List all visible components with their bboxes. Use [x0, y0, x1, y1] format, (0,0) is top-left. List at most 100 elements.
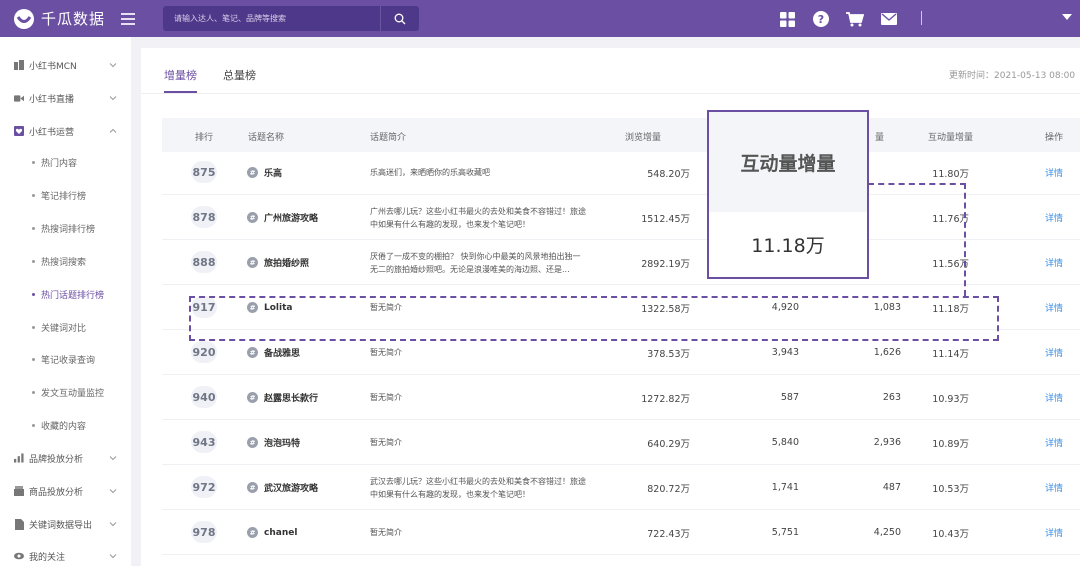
chevron-down-icon — [109, 456, 117, 461]
table-row: 978 # chanel 暂无简介 722.43万 5,751 4,250 10.43万 详情 — [162, 510, 1080, 555]
help-icon[interactable]: ? — [811, 9, 831, 29]
table-row: 878 # 广州旅游攻略 广州去哪儿玩？这些小红书最火的去处和美食不容错过！旅途中如果… — [162, 195, 1080, 240]
col-interact[interactable]: 互动量增量 — [928, 130, 973, 143]
building-icon — [14, 60, 24, 70]
chevron-down-icon — [109, 554, 117, 559]
col-partial[interactable]: 量 — [875, 130, 884, 143]
tab-total[interactable]: 总量榜 — [223, 67, 256, 83]
topic-desc-text: 广州去哪儿玩？这些小红书最火的去处和美食不容错过！旅途中如果有什么有趣的发现，也… — [370, 206, 586, 229]
interact-value: 11.80万 — [932, 168, 969, 180]
views-value: 820.72万 — [647, 483, 690, 495]
topic-name[interactable]: # 旅拍婚纱照 — [247, 240, 309, 285]
hashtag-icon: # — [247, 167, 258, 178]
topic-name[interactable]: # 广州旅游攻略 — [247, 195, 318, 240]
detail-link[interactable]: 详情 — [1045, 465, 1063, 510]
sidebar-gutter — [131, 37, 141, 566]
col2-value: 587 — [780, 392, 799, 403]
detail-link[interactable]: 详情 — [1045, 330, 1063, 375]
interact-value: 10.43万 — [932, 528, 969, 540]
sidebar-subitem[interactable]: 热门内容 — [0, 152, 131, 172]
sidebar-item-follow[interactable]: 我的关注 — [0, 546, 131, 566]
video-icon — [14, 93, 24, 103]
sidebar-subitem[interactable]: 发文互动量监控 — [0, 382, 131, 402]
search-box — [163, 6, 419, 31]
cart-icon[interactable] — [845, 9, 865, 29]
svg-text:?: ? — [818, 13, 824, 26]
hashtag-icon: # — [247, 257, 258, 268]
topic-label: 乐高 — [264, 169, 283, 179]
rank-badge: 878 — [191, 206, 217, 228]
views-value: 1512.45万 — [641, 213, 690, 225]
sidebar-subitem[interactable]: 关键词对比 — [0, 317, 131, 337]
col3-value: 263 — [882, 392, 901, 403]
detail-link[interactable]: 详情 — [1045, 285, 1063, 330]
topic-name[interactable]: # 乐高 — [247, 150, 282, 195]
topic-desc-text: 暂无简介 — [370, 393, 402, 402]
detail-link[interactable]: 详情 — [1045, 240, 1063, 285]
topic-name[interactable]: # chanel — [247, 510, 297, 555]
views-value: 722.43万 — [647, 528, 690, 540]
sidebar: 小红书MCN 小红书直播 小红书运营 热门内容 笔记排行榜 热搜词排行榜 热搜词… — [0, 37, 131, 566]
sidebar-item-brand[interactable]: 品牌投放分析 — [0, 448, 131, 468]
interact-value: 10.93万 — [932, 393, 969, 405]
rank-badge: 978 — [191, 521, 217, 543]
detail-link[interactable]: 详情 — [1045, 510, 1063, 555]
topic-desc-text: 厌倦了一成不变的棚拍？ 快到你心中最美的风景地拍出独一无二的旅拍婚纱照吧。无论是… — [370, 251, 581, 274]
sidebar-subitem-active[interactable]: 热门话题排行榜 — [0, 284, 131, 304]
search-button[interactable] — [380, 6, 418, 31]
views-value: 548.20万 — [647, 168, 690, 180]
chart-icon — [14, 453, 24, 463]
sidebar-item-label: 品牌投放分析 — [29, 454, 84, 465]
table-row: 888 # 旅拍婚纱照 厌倦了一成不变的棚拍？ 快到你心中最美的风景地拍出独一无二的旅… — [162, 240, 1080, 285]
topic-name[interactable]: # 赵露思长款行 — [247, 375, 318, 420]
callout-value: 11.18万 — [751, 235, 825, 257]
col2-value: 1,741 — [771, 482, 799, 493]
grid-icon[interactable] — [777, 9, 797, 29]
topic-name[interactable]: # 武汉旅游攻略 — [247, 465, 318, 510]
topic-name[interactable]: # 泡泡玛特 — [247, 420, 300, 465]
sidebar-item-operations[interactable]: 小红书运营 — [0, 121, 131, 141]
rank-badge: 888 — [191, 251, 217, 273]
hashtag-icon: # — [247, 437, 258, 448]
tab-bar: 增量榜 总量榜 更新时间：2021-05-13 08:00 — [141, 48, 1080, 94]
sidebar-subitem[interactable]: 热搜词排行榜 — [0, 218, 131, 238]
tab-active-indicator — [164, 91, 197, 93]
tab-increment[interactable]: 增量榜 — [164, 67, 197, 83]
detail-link[interactable]: 详情 — [1045, 420, 1063, 465]
highlight-connector — [964, 183, 966, 296]
sidebar-subitem[interactable]: 笔记收录查询 — [0, 349, 131, 369]
sidebar-item-label: 商品投放分析 — [29, 487, 84, 498]
col3-value: 487 — [882, 482, 901, 493]
detail-link[interactable]: 详情 — [1045, 150, 1063, 195]
sidebar-item-goods[interactable]: 商品投放分析 — [0, 481, 131, 501]
search-icon — [394, 13, 405, 24]
detail-link[interactable]: 详情 — [1045, 375, 1063, 420]
chevron-down-icon — [109, 63, 117, 68]
app-name: 千瓜数据 — [41, 10, 106, 28]
menu-toggle-icon[interactable] — [121, 12, 135, 25]
sidebar-item-label: 小红书MCN — [29, 61, 77, 72]
top-divider — [921, 11, 922, 25]
callout-title: 互动量增量 — [709, 112, 867, 212]
views-value: 1272.82万 — [641, 393, 690, 405]
sidebar-subitem[interactable]: 热搜词搜索 — [0, 251, 131, 271]
detail-link[interactable]: 详情 — [1045, 195, 1063, 240]
col-views[interactable]: 浏览增量 — [625, 130, 661, 143]
zoom-callout: 互动量增量 11.18万 — [707, 110, 869, 279]
col3-value: 4,250 — [873, 527, 901, 538]
user-menu-caret-icon[interactable] — [1062, 14, 1072, 20]
search-input[interactable] — [163, 6, 380, 31]
sidebar-subitem[interactable]: 笔记排行榜 — [0, 185, 131, 205]
hashtag-icon: # — [247, 527, 258, 538]
sidebar-subitem[interactable]: 收藏的内容 — [0, 415, 131, 435]
sidebar-item-live[interactable]: 小红书直播 — [0, 88, 131, 108]
col2-value: 5,840 — [771, 437, 799, 448]
mail-icon[interactable] — [879, 9, 899, 29]
topic-desc: 暂无简介 — [370, 510, 588, 555]
col3-value: 2,936 — [873, 437, 901, 448]
logo[interactable]: 千瓜数据 — [13, 8, 117, 30]
heart-box-icon — [14, 126, 24, 136]
sidebar-item-export[interactable]: 关键词数据导出 — [0, 514, 131, 534]
sidebar-item-mcn[interactable]: 小红书MCN — [0, 55, 131, 75]
hashtag-icon: # — [247, 392, 258, 403]
